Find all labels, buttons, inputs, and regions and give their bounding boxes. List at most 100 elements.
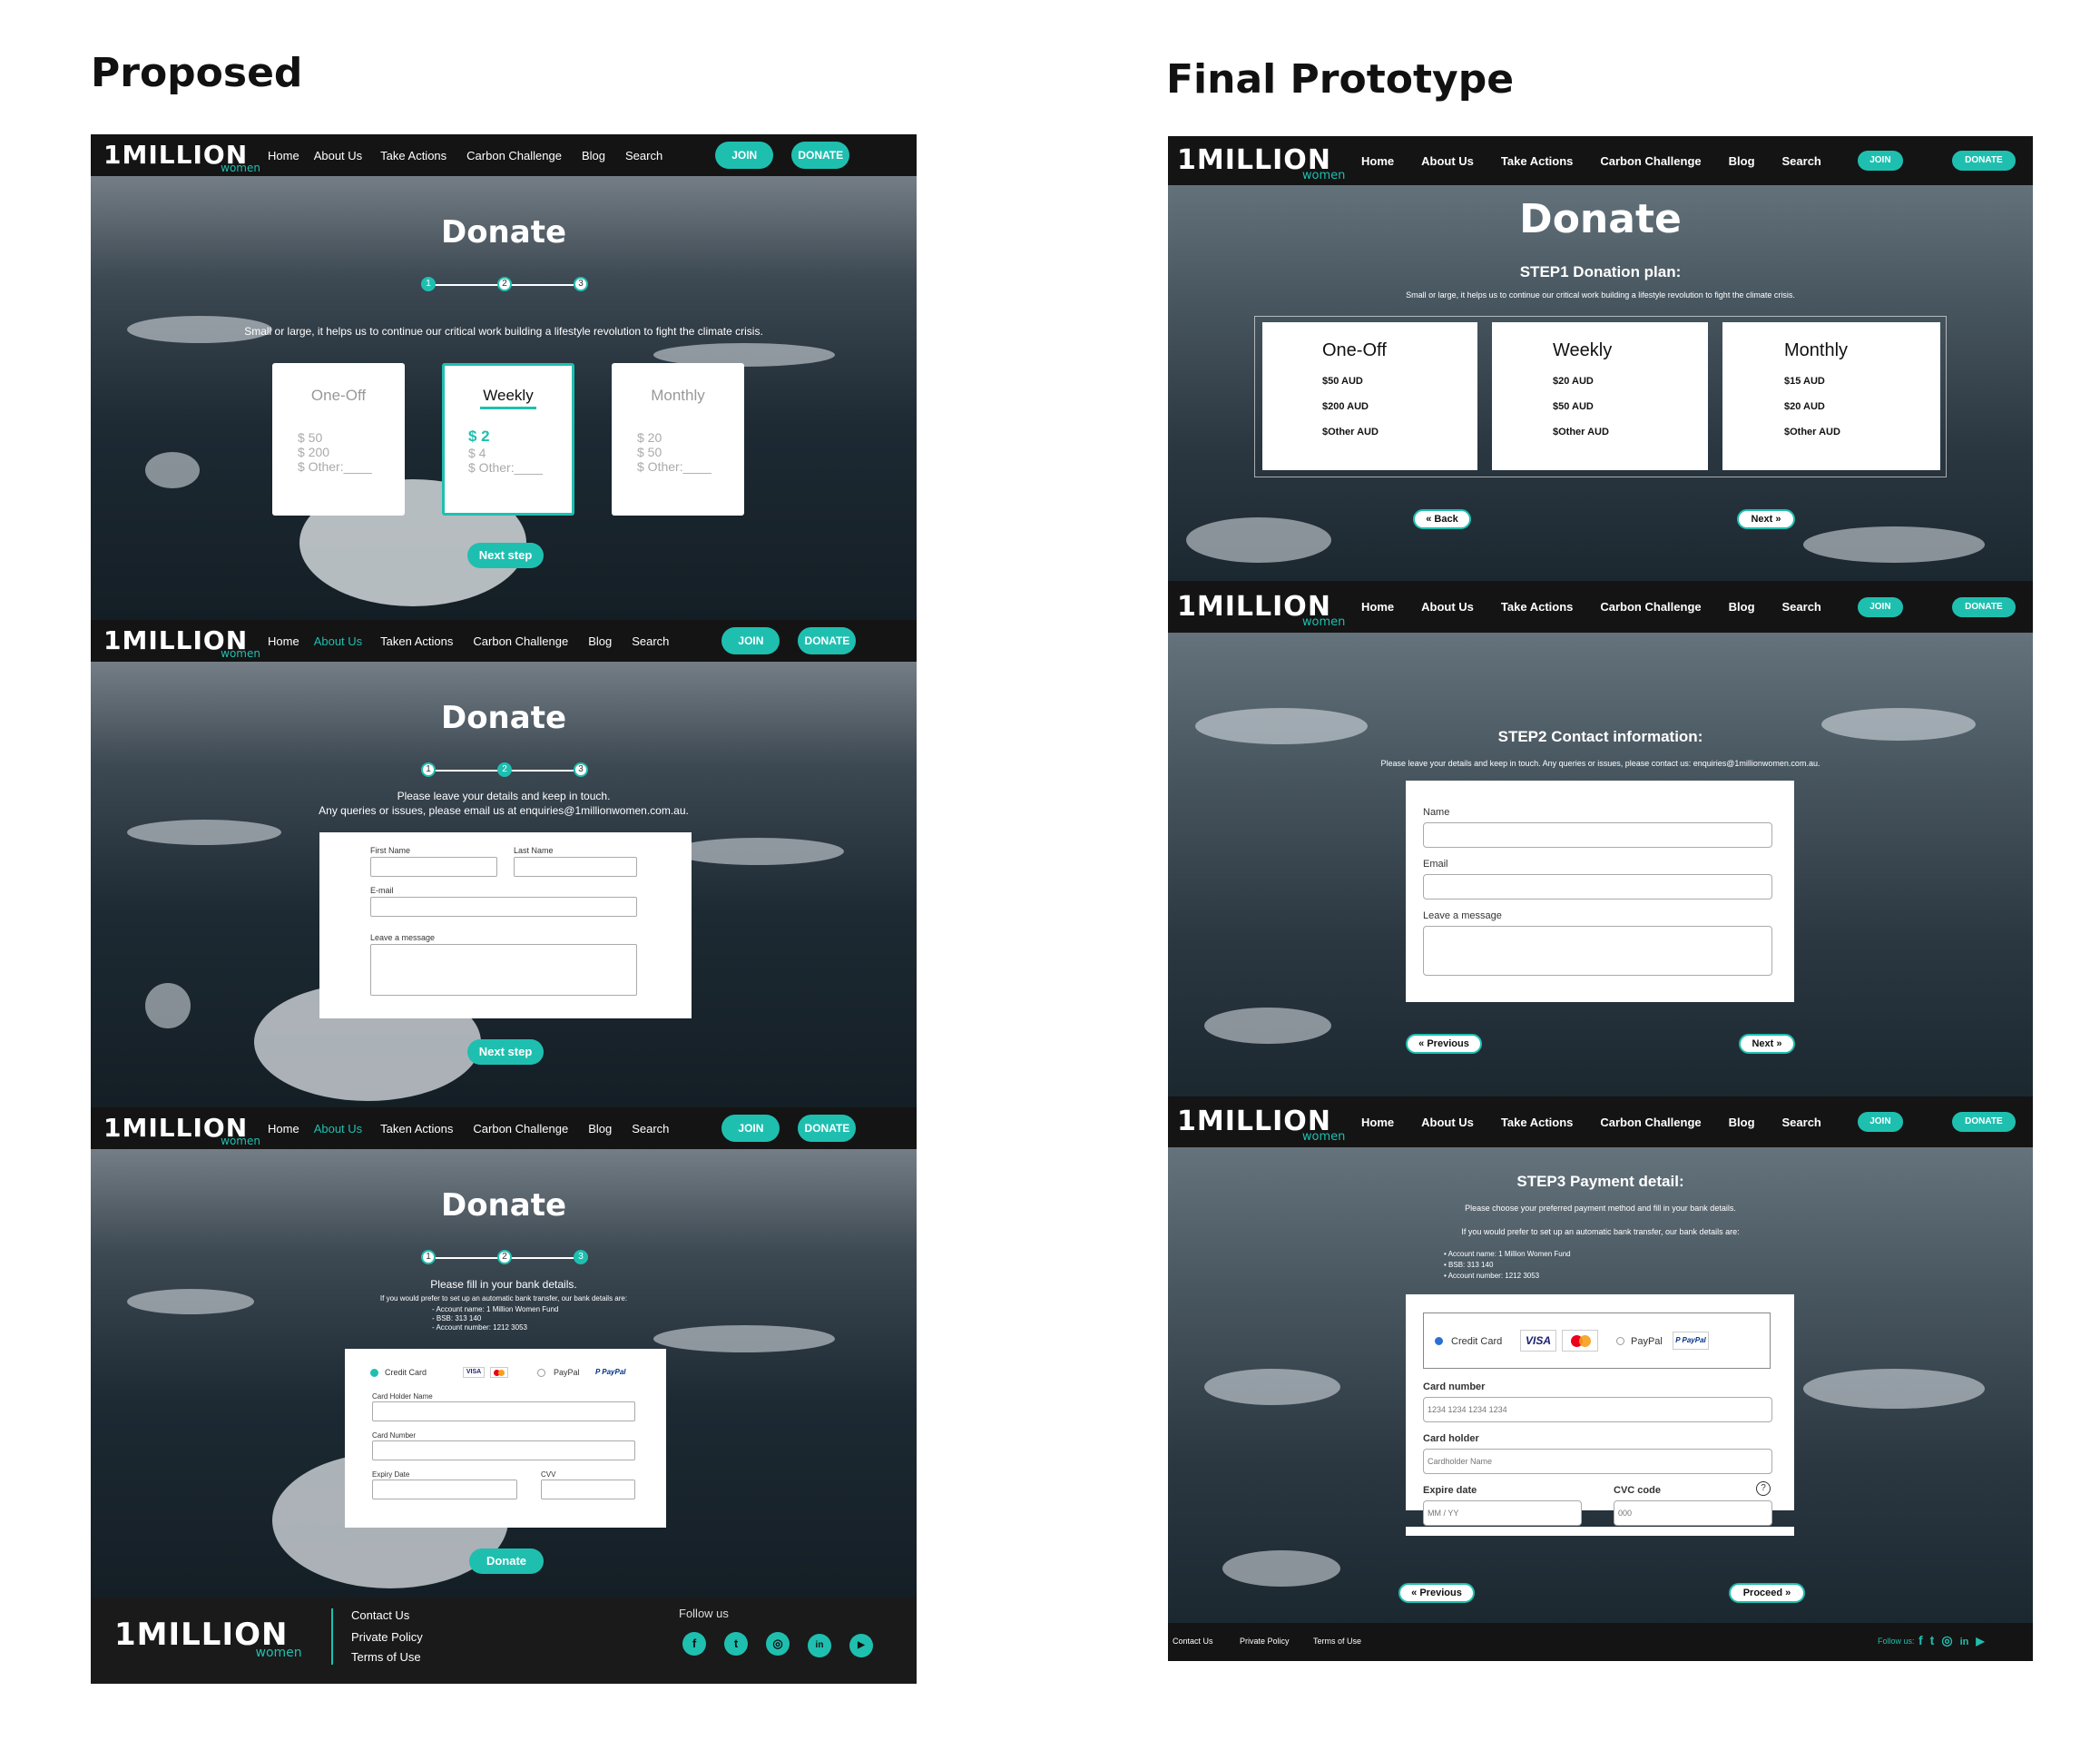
join-button[interactable]: JOIN: [715, 142, 774, 169]
nav-take-actions[interactable]: Take Actions: [380, 149, 446, 162]
plan-amount[interactable]: $50 AUD: [1553, 401, 1708, 412]
nav-taken-actions[interactable]: Taken Actions: [380, 634, 453, 648]
twitter-icon[interactable]: t: [1930, 1633, 1935, 1647]
email-field[interactable]: [370, 897, 637, 917]
plan-amount[interactable]: $15 AUD: [1784, 376, 1940, 387]
plan-amount[interactable]: $ Other:____: [298, 459, 405, 474]
donate-button[interactable]: DONATE: [1951, 596, 2016, 617]
card-number-field[interactable]: [1423, 1397, 1772, 1422]
nav-search[interactable]: Search: [1782, 600, 1821, 614]
plan-amount[interactable]: $50 AUD: [1322, 376, 1477, 387]
nav-search[interactable]: Search: [632, 1122, 669, 1136]
nav-carbon-challenge[interactable]: Carbon Challenge: [466, 149, 562, 162]
logo[interactable]: 1MILLI O Nwomen: [1177, 1108, 1345, 1144]
plan-card-one-off[interactable]: One-Off $ 50 $ 200 $ Other:____: [272, 363, 405, 516]
cvc-field[interactable]: [1614, 1500, 1772, 1526]
plan-amount[interactable]: $20 AUD: [1553, 376, 1708, 387]
plan-amount[interactable]: $ Other:____: [468, 460, 572, 475]
youtube-icon[interactable]: ▶: [849, 1634, 873, 1657]
paypal-radio[interactable]: [1616, 1337, 1624, 1345]
card-holder-field[interactable]: [1423, 1449, 1772, 1474]
plan-card-weekly[interactable]: Weekly $20 AUD $50 AUD $Other AUD: [1492, 322, 1708, 470]
plan-amount[interactable]: $ Other:____: [637, 459, 744, 474]
nav-blog[interactable]: Blog: [1729, 600, 1755, 614]
next-step-button[interactable]: Next step: [467, 1039, 544, 1065]
nav-blog[interactable]: Blog: [588, 1122, 612, 1136]
nav-search[interactable]: Search: [1782, 1116, 1821, 1129]
footer-terms-link[interactable]: Terms of Use: [351, 1650, 421, 1664]
expire-date-field[interactable]: [1423, 1500, 1582, 1526]
linkedin-icon[interactable]: in: [1960, 1637, 1969, 1647]
back-button[interactable]: « Back: [1413, 509, 1471, 529]
card-holder-field[interactable]: [372, 1401, 635, 1421]
cvv-field[interactable]: [541, 1480, 635, 1499]
nav-home[interactable]: Home: [268, 634, 299, 648]
nav-about[interactable]: About Us: [314, 634, 362, 648]
nav-carbon-challenge[interactable]: Carbon Challenge: [1600, 600, 1701, 614]
previous-button[interactable]: « Previous: [1398, 1583, 1475, 1603]
message-field[interactable]: [1423, 926, 1772, 976]
nav-carbon-challenge[interactable]: Carbon Challenge: [473, 1122, 568, 1136]
proceed-button[interactable]: Proceed »: [1729, 1583, 1805, 1603]
donate-submit-button[interactable]: Donate: [469, 1548, 544, 1574]
logo[interactable]: 1MILLI O Nwomen: [103, 1116, 262, 1147]
paypal-radio[interactable]: [537, 1369, 545, 1377]
instagram-icon[interactable]: ◎: [766, 1632, 790, 1656]
footer-contact-link[interactable]: Contact Us: [1173, 1637, 1213, 1646]
linkedin-icon[interactable]: in: [808, 1634, 831, 1657]
plan-card-monthly[interactable]: Monthly $15 AUD $20 AUD $Other AUD: [1722, 322, 1940, 470]
nav-blog[interactable]: Blog: [582, 149, 605, 162]
join-button[interactable]: JOIN: [1857, 1112, 1903, 1132]
join-button[interactable]: JOIN: [1857, 596, 1903, 617]
plan-amount[interactable]: $Other AUD: [1784, 427, 1940, 438]
credit-card-radio[interactable]: [1435, 1337, 1443, 1345]
logo[interactable]: 1MILLI O Nwomen: [103, 143, 262, 174]
nav-home[interactable]: Home: [268, 1122, 299, 1136]
card-number-field[interactable]: [372, 1440, 635, 1460]
plan-amount[interactable]: $ 4: [468, 446, 572, 460]
logo[interactable]: 1MILLI O Nwomen: [1177, 147, 1345, 182]
instagram-icon[interactable]: ◎: [1941, 1633, 1952, 1647]
name-field[interactable]: [1423, 822, 1772, 848]
plan-amount[interactable]: $Other AUD: [1322, 427, 1477, 438]
plan-amount[interactable]: $Other AUD: [1553, 427, 1708, 438]
plan-amount[interactable]: $ 200: [298, 445, 405, 459]
plan-amount[interactable]: $ 20: [637, 430, 744, 445]
message-field[interactable]: [370, 944, 637, 996]
email-field[interactable]: [1423, 874, 1772, 900]
nav-blog[interactable]: Blog: [1729, 154, 1755, 168]
nav-about[interactable]: About Us: [314, 1122, 362, 1136]
plan-card-monthly[interactable]: Monthly $ 20 $ 50 $ Other:____: [612, 363, 744, 516]
nav-home[interactable]: Home: [1361, 154, 1394, 168]
nav-about[interactable]: About Us: [1421, 600, 1474, 614]
nav-about[interactable]: About Us: [1421, 154, 1474, 168]
nav-blog[interactable]: Blog: [1729, 1116, 1755, 1129]
twitter-icon[interactable]: t: [724, 1632, 748, 1656]
join-button[interactable]: JOIN: [721, 627, 780, 654]
first-name-field[interactable]: [370, 857, 497, 877]
logo[interactable]: 1MILLI O Nwomen: [103, 628, 262, 660]
help-icon[interactable]: ?: [1756, 1481, 1771, 1496]
footer-privacy-link[interactable]: Private Policy: [351, 1630, 423, 1644]
expiry-field[interactable]: [372, 1480, 517, 1499]
plan-card-weekly[interactable]: Weekly $ 2 $ 4 $ Other:____: [442, 363, 574, 516]
nav-search[interactable]: Search: [625, 149, 662, 162]
plan-amount[interactable]: $ 50: [298, 430, 405, 445]
donate-button[interactable]: DONATE: [798, 1115, 857, 1142]
nav-about[interactable]: About Us: [314, 149, 362, 162]
join-button[interactable]: JOIN: [721, 1115, 780, 1142]
nav-carbon-challenge[interactable]: Carbon Challenge: [473, 634, 568, 648]
next-step-button[interactable]: Next step: [467, 543, 544, 568]
footer-terms-link[interactable]: Terms of Use: [1313, 1637, 1361, 1646]
footer-contact-link[interactable]: Contact Us: [351, 1608, 409, 1622]
join-button[interactable]: JOIN: [1857, 151, 1903, 171]
donate-button[interactable]: DONATE: [798, 627, 857, 654]
plan-amount[interactable]: $200 AUD: [1322, 401, 1477, 412]
nav-search[interactable]: Search: [632, 634, 669, 648]
donate-button[interactable]: DONATE: [791, 142, 850, 169]
nav-blog[interactable]: Blog: [588, 634, 612, 648]
youtube-icon[interactable]: ▶: [1976, 1635, 1984, 1647]
nav-search[interactable]: Search: [1782, 154, 1821, 168]
credit-card-radio[interactable]: [370, 1369, 378, 1377]
nav-carbon-challenge[interactable]: Carbon Challenge: [1600, 1116, 1701, 1129]
